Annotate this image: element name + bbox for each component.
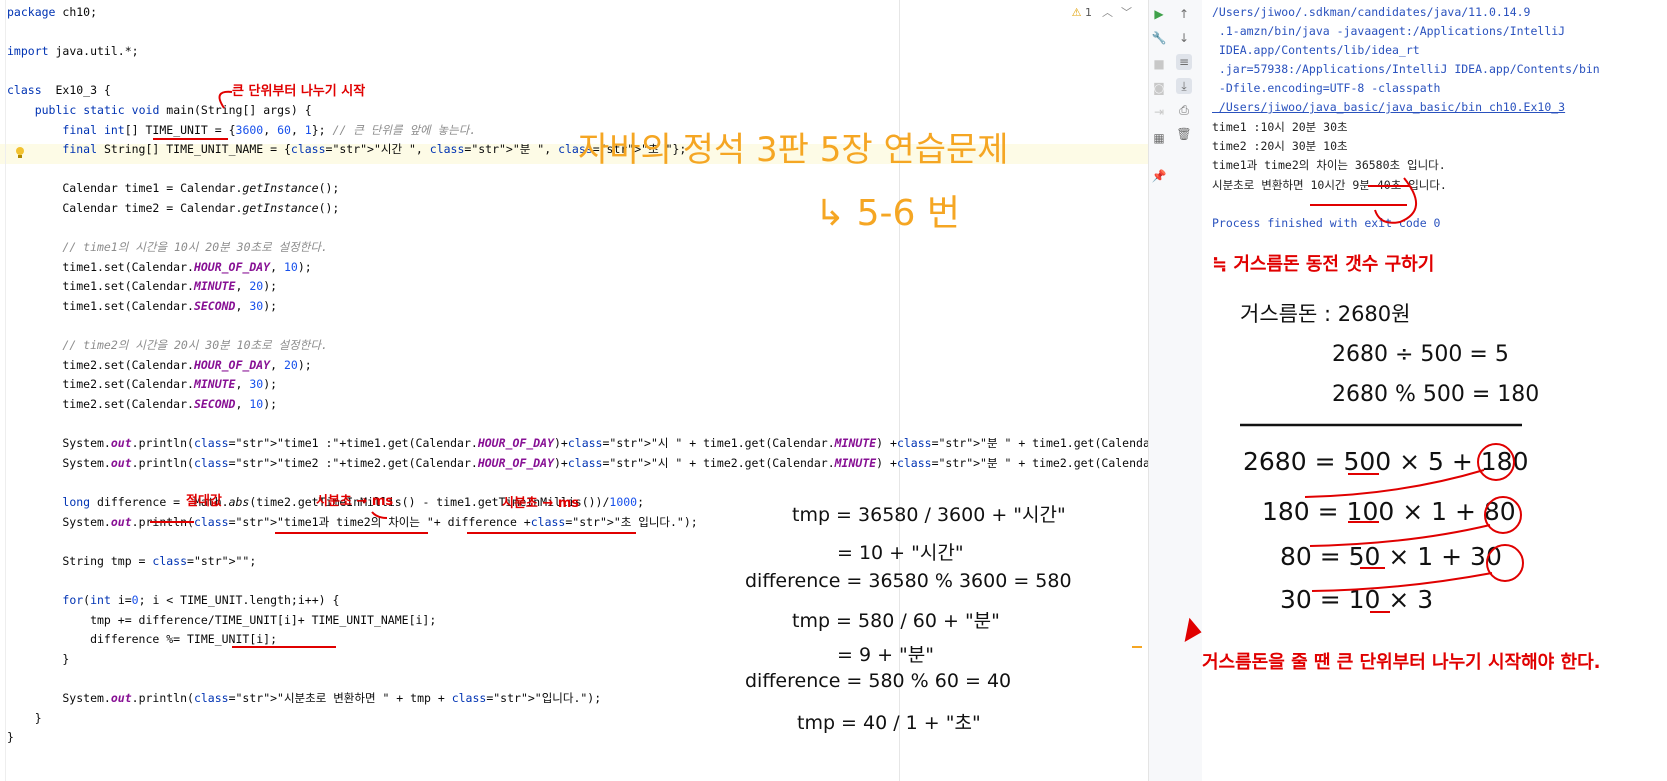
chevron-up-icon[interactable]: ︿: [1102, 6, 1121, 19]
console-line: time2 :20시 30분 10초: [1212, 139, 1348, 153]
print-icon[interactable]: ⎙: [1176, 102, 1192, 118]
console-line: .1-amzn/bin/java -javaagent:/Application…: [1212, 24, 1566, 38]
console-line: Process finished with exit code 0: [1212, 216, 1441, 230]
arrow-down-icon[interactable]: ↓: [1176, 30, 1192, 46]
code-line[interactable]: // time1의 시간을 10시 20분 30초로 설정한다.: [7, 237, 327, 257]
note-subtitle: ↳ 5-6 번: [815, 193, 960, 234]
code-line[interactable]: package ch10;: [7, 2, 97, 22]
camera-icon[interactable]: ◙: [1151, 80, 1167, 96]
code-line[interactable]: time2.set(Calendar.MINUTE, 30);: [7, 374, 277, 394]
calc-line-5: = 9 + "분": [837, 644, 935, 666]
problem-nav[interactable]: ︿﹀: [1102, 4, 1140, 20]
code-line[interactable]: Calendar time2 = Calendar.getInstance();: [7, 198, 339, 218]
code-line[interactable]: }: [7, 708, 42, 728]
change-mod: 2680 % 500 = 180: [1332, 382, 1540, 407]
change-eq-1: 2680 = 500 × 5 + 180: [1243, 447, 1529, 476]
code-line[interactable]: }: [7, 649, 69, 669]
scroll-to-end-icon[interactable]: ⤓: [1176, 78, 1192, 94]
console-line: /Users/jiwoo/.sdkman/candidates/java/11.…: [1212, 5, 1531, 19]
code-line[interactable]: time2.set(Calendar.SECOND, 10);: [7, 394, 277, 414]
console-line: .jar=57938:/Applications/IntelliJ IDEA.a…: [1212, 62, 1600, 76]
calc-line-6: difference = 580 % 60 = 40: [745, 670, 1012, 692]
change-eq-2: 180 = 100 × 1 + 80: [1262, 497, 1516, 526]
code-line[interactable]: time1.set(Calendar.SECOND, 30);: [7, 296, 277, 316]
code-editor[interactable]: package ch10; import java.util.*; class Ex…: [0, 0, 1354, 781]
note-abs-value: 절대값: [186, 494, 222, 509]
code-line[interactable]: time1.set(Calendar.MINUTE, 20);: [7, 276, 277, 296]
calc-line-7: tmp = 40 / 1 + "초": [797, 712, 981, 734]
code-line[interactable]: }: [7, 727, 14, 747]
code-line[interactable]: public static void main(String[] args) {: [7, 100, 312, 120]
code-line[interactable]: System.out.println(class="str">"time1과 t…: [7, 512, 697, 532]
gutter-divider: [5, 0, 6, 781]
arrow-up-icon[interactable]: ↑: [1176, 6, 1192, 22]
change-eq-3: 80 = 50 × 1 + 30: [1280, 542, 1502, 571]
calc-line-4: tmp = 580 / 60 + "분": [792, 610, 1000, 632]
console-line[interactable]: /Users/jiwoo/java_basic/java_basic/bin c…: [1212, 97, 1565, 117]
code-line[interactable]: time2.set(Calendar.HOUR_OF_DAY, 20);: [7, 355, 311, 375]
code-line[interactable]: time1.set(Calendar.HOUR_OF_DAY, 10);: [7, 257, 311, 277]
change-div: 2680 ÷ 500 = 5: [1332, 342, 1509, 367]
code-line[interactable]: tmp += difference/TIME_UNIT[i]+ TIME_UNI…: [7, 610, 436, 630]
run-toolbar: ▶ 🔧 ■ ◙ ⇥ ▦ 📌 ↑ ↓ ≡ ⤓ ⎙ 🗑: [1148, 0, 1203, 781]
code-line[interactable]: for(int i=0; i < TIME_UNIT.length;i++) {: [7, 590, 339, 610]
warning-count: 1: [1085, 6, 1092, 19]
console-line: -Dfile.encoding=UTF-8 -classpath: [1212, 81, 1441, 95]
note-big-unit-first: 큰 단위부터 나누기 시작: [232, 84, 366, 99]
soft-wrap-icon[interactable]: ≡: [1176, 54, 1192, 70]
change-eq-4: 30 = 10 × 3: [1280, 585, 1434, 614]
calc-line-1: tmp = 36580 / 3600 + "시간": [792, 504, 1066, 526]
calc-line-3: difference = 36580 % 3600 = 580: [745, 570, 1072, 592]
console-line: time1과 time2의 차이는 36580초 입니다.: [1212, 158, 1446, 172]
code-line[interactable]: String tmp = class="str">"";: [7, 551, 256, 571]
trash-icon[interactable]: 🗑: [1176, 126, 1192, 142]
console-line: IDEA.app/Contents/lib/idea_rt: [1212, 43, 1420, 57]
warning-icon: ⚠: [1071, 6, 1082, 19]
note-hms-ms-1: 시분초 → ms: [316, 494, 394, 509]
chevron-down-icon[interactable]: ﹀: [1121, 6, 1140, 19]
code-line[interactable]: System.out.println(class="str">"시분초로 변환하…: [7, 688, 601, 708]
code-line[interactable]: Calendar time1 = Calendar.getInstance();: [7, 178, 339, 198]
code-line[interactable]: // time2의 시간을 20시 30분 10초로 설정한다.: [7, 335, 327, 355]
run-icon[interactable]: ▶: [1151, 6, 1167, 22]
calc-line-2: = 10 + "시간": [837, 542, 964, 564]
wrench-icon[interactable]: 🔧: [1151, 30, 1167, 46]
stop-icon[interactable]: ■: [1151, 56, 1167, 72]
inspection-widget[interactable]: ⚠ 1: [1072, 6, 1092, 19]
console-line: time1 :10시 20분 30초: [1212, 120, 1348, 134]
change-label: 거스름돈 : 2680원: [1240, 302, 1411, 326]
layout-icon[interactable]: ▦: [1151, 130, 1167, 146]
note-coin-count: ≒ 거스름돈 동전 갯수 구하기: [1212, 254, 1435, 275]
note-final: 거스름돈을 줄 땐 큰 단위부터 나누기 시작해야 한다.: [1202, 652, 1601, 673]
code-line[interactable]: difference %= TIME_UNIT[i];: [7, 629, 277, 649]
note-title: 자바의 정석 3판 5장 연습문제: [578, 130, 1009, 170]
code-line[interactable]: final int[] TIME_UNIT = {3600, 60, 1}; /…: [7, 120, 476, 140]
console-line: 시분초로 변환하면 10시간 9분 40초 입니다.: [1212, 178, 1447, 192]
note-hms-ms-2: 시분초 → ms: [502, 496, 580, 511]
login-icon[interactable]: ⇥: [1151, 104, 1167, 120]
code-line[interactable]: class Ex10_3 {: [7, 80, 111, 100]
pin-icon[interactable]: 📌: [1151, 168, 1167, 184]
code-line[interactable]: import java.util.*;: [7, 41, 139, 61]
